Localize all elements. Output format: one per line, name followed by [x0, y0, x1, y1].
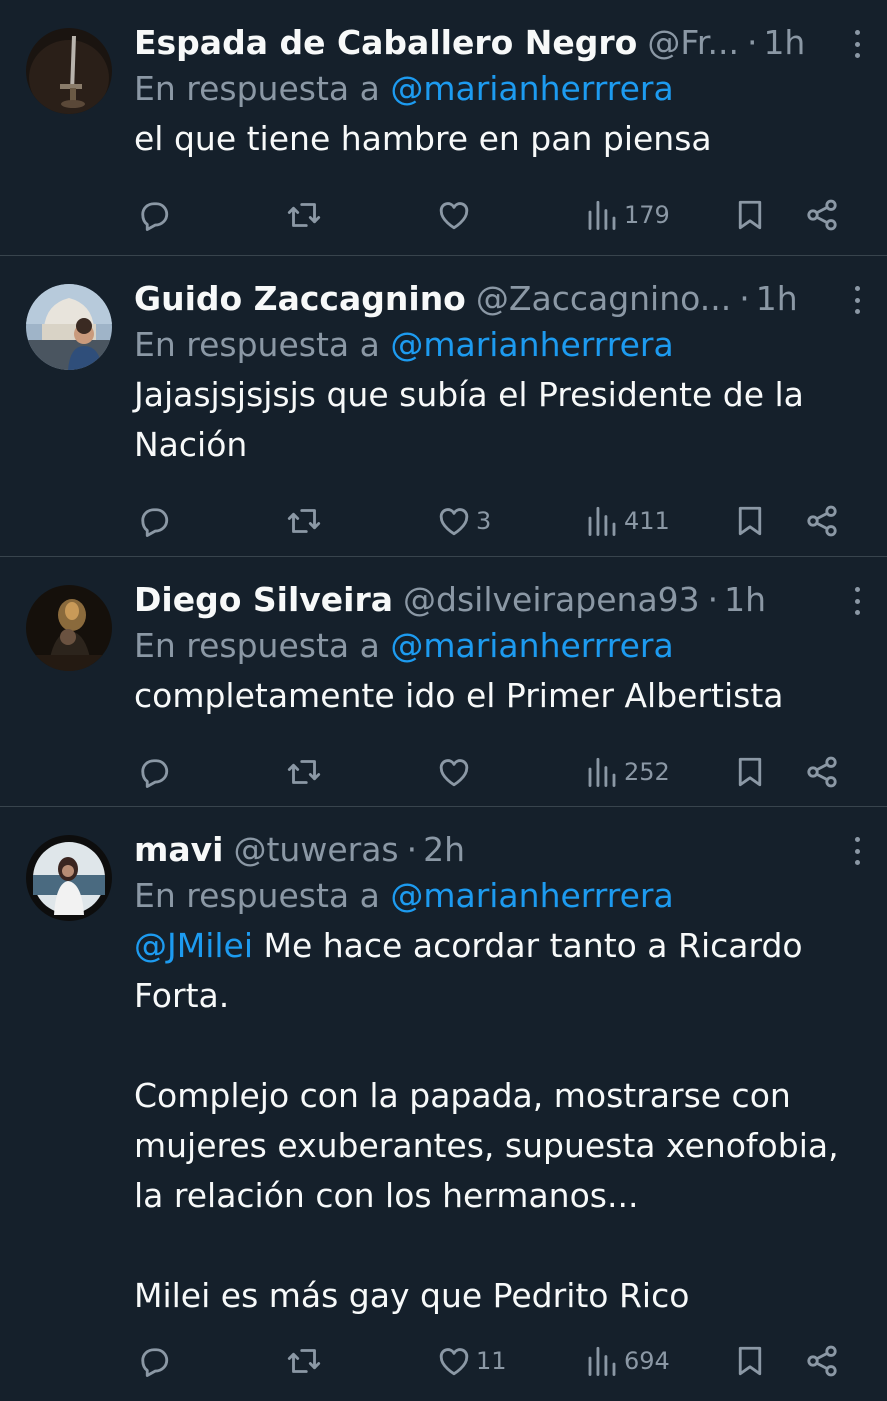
- separator: ·: [406, 830, 418, 869]
- views-count: 694: [624, 1347, 670, 1375]
- retweet-icon: [286, 1343, 322, 1379]
- like-icon: [436, 197, 472, 233]
- like-icon: [436, 1343, 472, 1379]
- tweet-text: el que tiene hambre en pan piensa: [134, 119, 712, 158]
- reply-button[interactable]: [136, 1321, 172, 1401]
- like-icon: [436, 503, 472, 539]
- separator: ·: [707, 580, 719, 619]
- avatar[interactable]: [26, 28, 112, 114]
- tweet-text: completamente ido el Primer Albertista: [134, 676, 784, 715]
- like-count: 3: [476, 507, 492, 535]
- tweet-text: @JMilei Me hace acordar tanto a Ricardo …: [134, 921, 863, 1321]
- share-icon: [804, 197, 840, 233]
- timestamp[interactable]: 1h: [756, 278, 798, 320]
- like-button[interactable]: 11: [436, 1321, 507, 1401]
- tweet-text-content: Me hace acordar tanto a Ricardo Forta. C…: [134, 926, 839, 1315]
- tweet-text: Jajasjsjsjsjs que subía el Presidente de…: [134, 375, 804, 464]
- reply-icon: [136, 754, 172, 790]
- share-button[interactable]: [804, 1321, 840, 1401]
- retweet-button[interactable]: [286, 1321, 322, 1401]
- tweet[interactable]: mavi @tuweras · 2h En respuesta a @maria…: [0, 807, 887, 1383]
- reply-icon: [136, 503, 172, 539]
- timestamp[interactable]: 1h: [763, 22, 805, 64]
- reply-context: En respuesta a @marianherrrera: [134, 621, 863, 671]
- reply-icon: [136, 197, 172, 233]
- author-handle[interactable]: @Fr...: [647, 22, 739, 64]
- like-button[interactable]: [436, 164, 476, 266]
- views-icon: [584, 754, 620, 790]
- views-icon: [584, 1343, 620, 1379]
- avatar[interactable]: [26, 585, 112, 671]
- separator: ·: [739, 279, 750, 318]
- timestamp[interactable]: 1h: [724, 579, 766, 621]
- reply-button[interactable]: [136, 164, 172, 266]
- author-handle[interactable]: @tuweras: [233, 829, 398, 871]
- bookmark-icon: [732, 503, 768, 539]
- retweet-button[interactable]: [286, 164, 322, 266]
- share-icon: [804, 503, 840, 539]
- tweet[interactable]: Diego Silveira @dsilveirapena93 · 1h En …: [0, 557, 887, 807]
- like-icon: [436, 754, 472, 790]
- more-icon[interactable]: [847, 30, 867, 58]
- views-icon: [584, 503, 620, 539]
- more-icon[interactable]: [847, 587, 867, 615]
- reply-mention-link[interactable]: @marianherrrera: [390, 626, 673, 665]
- reply-context: En respuesta a @marianherrrera: [134, 64, 863, 114]
- retweet-icon: [286, 197, 322, 233]
- bookmark-icon: [732, 1343, 768, 1379]
- reply-context: En respuesta a @marianherrrera: [134, 871, 863, 921]
- reply-feed: Espada de Caballero Negro @Fr... · 1h En…: [0, 0, 887, 1383]
- timestamp[interactable]: 2h: [423, 829, 465, 871]
- more-icon[interactable]: [847, 837, 867, 865]
- views-icon: [584, 197, 620, 233]
- reply-prefix: En respuesta a: [134, 876, 380, 915]
- avatar[interactable]: [26, 284, 112, 370]
- bookmark-icon: [732, 754, 768, 790]
- reply-prefix: En respuesta a: [134, 325, 380, 364]
- more-icon[interactable]: [847, 286, 867, 314]
- author-name[interactable]: mavi: [134, 829, 223, 871]
- views-count: 252: [624, 758, 670, 786]
- reply-context: En respuesta a @marianherrrera: [134, 320, 863, 370]
- views-button[interactable]: 694: [584, 1321, 670, 1401]
- reply-prefix: En respuesta a: [134, 626, 380, 665]
- avatar[interactable]: [26, 835, 112, 921]
- views-count: 411: [624, 507, 670, 535]
- bookmark-button[interactable]: [732, 1321, 768, 1401]
- tweet[interactable]: Espada de Caballero Negro @Fr... · 1h En…: [0, 0, 887, 256]
- share-button[interactable]: [804, 164, 840, 266]
- bookmark-button[interactable]: [732, 164, 768, 266]
- retweet-icon: [286, 754, 322, 790]
- share-icon: [804, 754, 840, 790]
- separator: ·: [746, 23, 758, 62]
- author-name[interactable]: Guido Zaccagnino: [134, 278, 466, 320]
- bookmark-icon: [732, 197, 768, 233]
- retweet-icon: [286, 503, 322, 539]
- author-handle[interactable]: @dsilveirapena93: [403, 579, 700, 621]
- author-handle[interactable]: @Zaccagnino...: [476, 278, 731, 320]
- reply-prefix: En respuesta a: [134, 69, 380, 108]
- tweet[interactable]: Guido Zaccagnino @Zaccagnino... · 1h En …: [0, 256, 887, 557]
- author-name[interactable]: Espada de Caballero Negro: [134, 22, 637, 64]
- text-mention-link[interactable]: @JMilei: [134, 926, 253, 965]
- reply-mention-link[interactable]: @marianherrrera: [390, 876, 673, 915]
- views-button[interactable]: 179: [584, 164, 670, 266]
- author-name[interactable]: Diego Silveira: [134, 579, 393, 621]
- reply-mention-link[interactable]: @marianherrrera: [390, 69, 673, 108]
- reply-mention-link[interactable]: @marianherrrera: [390, 325, 673, 364]
- share-icon: [804, 1343, 840, 1379]
- views-count: 179: [624, 201, 670, 229]
- action-bar: 11 694: [134, 1321, 863, 1401]
- reply-icon: [136, 1343, 172, 1379]
- like-count: 11: [476, 1347, 507, 1375]
